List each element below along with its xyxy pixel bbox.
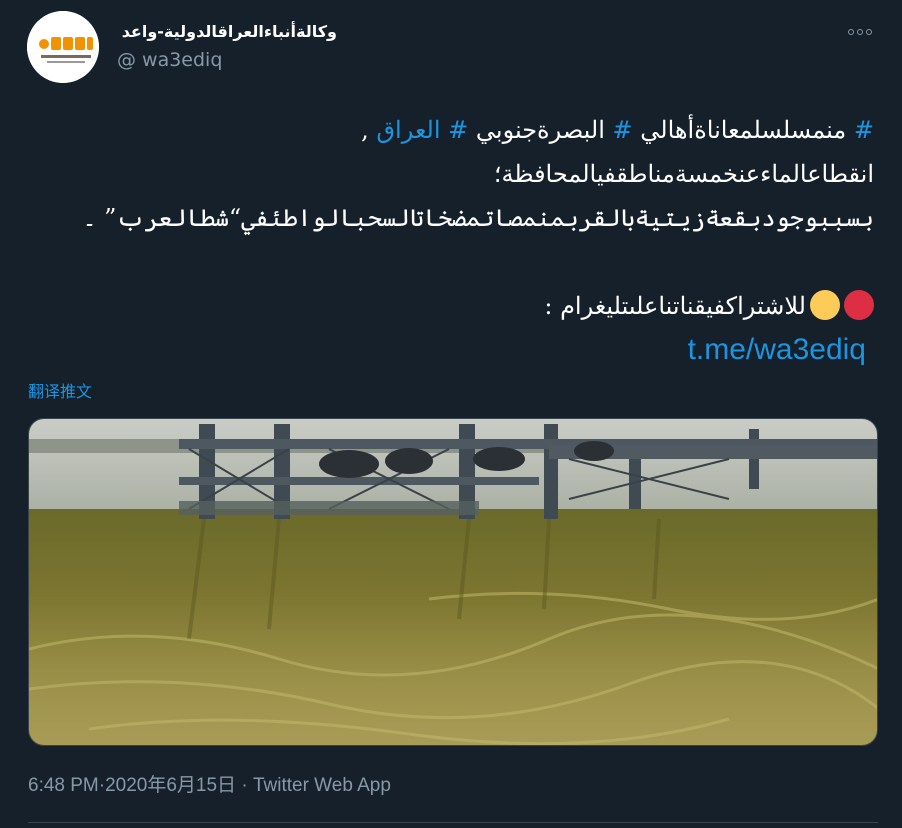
hashtag-symbol[interactable]: # [605,116,633,144]
tweet-media-photo[interactable] [28,418,878,746]
tweet-line-3: بسببوجودبقعةزيتيةبالقربمنمصاتمضخاتالسحبا… [82,204,874,232]
photo-image [29,419,877,745]
yellow-circle-icon [810,290,840,320]
red-circle-icon [844,290,874,320]
tweet-metadata: 6:48 PM·2020年6月15日 · Twitter Web App [28,770,391,797]
wa3ed-logo-icon [27,11,99,83]
meta-dot: · [236,775,253,796]
tweet-text-segment: منمسلسلمعاناةأهالي [632,116,847,144]
telegram-invite-text: للاشتراكفيقناتناعلىتليغرام : [544,292,806,320]
tweet-line-5: t.me/wa3ediq [34,328,874,372]
tweet-text: # منمسلسلمعاناةأهالي # البصرةجنوبي # الع… [34,108,874,372]
tweet-date[interactable]: 2020年6月15日 [105,770,236,797]
divider [28,822,878,823]
hashtag-symbol[interactable]: # [846,116,874,144]
hashtag-iraq[interactable]: # العراق [376,116,468,144]
tweet-line-2: انقطاعالماءعنخمسةمناطقفيالمحافظة؛ [493,160,874,188]
tweet-line-1: # منمسلسلمعاناةأهالي # البصرةجنوبي # الع… [34,108,874,152]
user-handle[interactable]: @ wa3ediq [117,49,222,71]
display-name[interactable]: وكالةأنباءالعراقالدولية-واعد [117,22,337,44]
translate-tweet-button[interactable]: 翻译推文 [28,378,92,402]
tweet-line-4: للاشتراكفيقناتناعلىتليغرام : [34,284,874,328]
avatar[interactable] [27,11,99,83]
tweet-text-segment: , [361,116,377,144]
tweet-text-segment: البصرةجنوبي [468,116,605,144]
tweet-time[interactable]: 6:48 PM [28,775,99,797]
more-options-icon[interactable] [848,24,878,40]
telegram-link[interactable]: t.me/wa3ediq [688,333,866,366]
tweet-source[interactable]: Twitter Web App [253,775,391,797]
